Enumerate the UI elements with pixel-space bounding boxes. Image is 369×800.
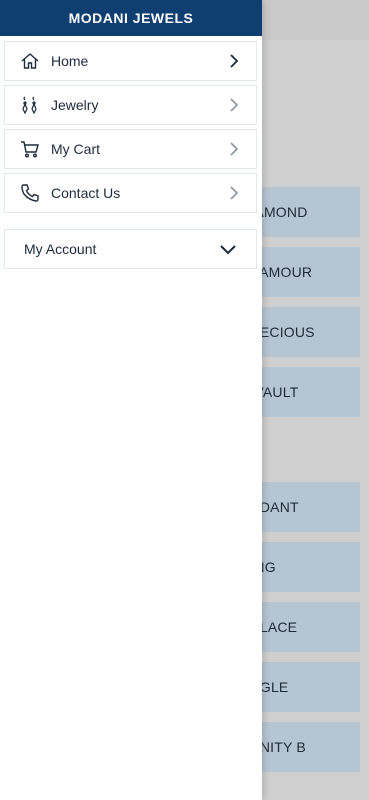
chevron-down-icon [218,239,238,259]
menu-item-jewelry[interactable]: Jewelry [4,85,257,125]
menu-item-label: Jewelry [51,97,99,113]
my-account-label: My Account [24,241,97,257]
home-icon [19,50,41,72]
chevron-right-icon [224,183,244,203]
my-account-toggle[interactable]: My Account [4,229,257,269]
navigation-drawer: MODANI JEWELS Home Jewelry My Cart Conta… [0,0,262,800]
chevron-right-icon [224,139,244,159]
chevron-right-icon [224,95,244,115]
phone-icon [19,182,41,204]
menu-item-label: Contact Us [51,185,121,201]
menu-item-my-cart[interactable]: My Cart [4,129,257,169]
menu-item-label: My Cart [51,141,100,157]
earrings-icon [19,94,41,116]
chevron-right-icon [224,51,244,71]
cart-icon [19,138,41,160]
menu-item-contact-us[interactable]: Contact Us [4,173,257,213]
drawer-header: MODANI JEWELS [0,0,262,36]
menu-item-label: Home [51,53,89,69]
app-title: MODANI JEWELS [68,10,194,26]
menu-item-home[interactable]: Home [4,41,257,81]
